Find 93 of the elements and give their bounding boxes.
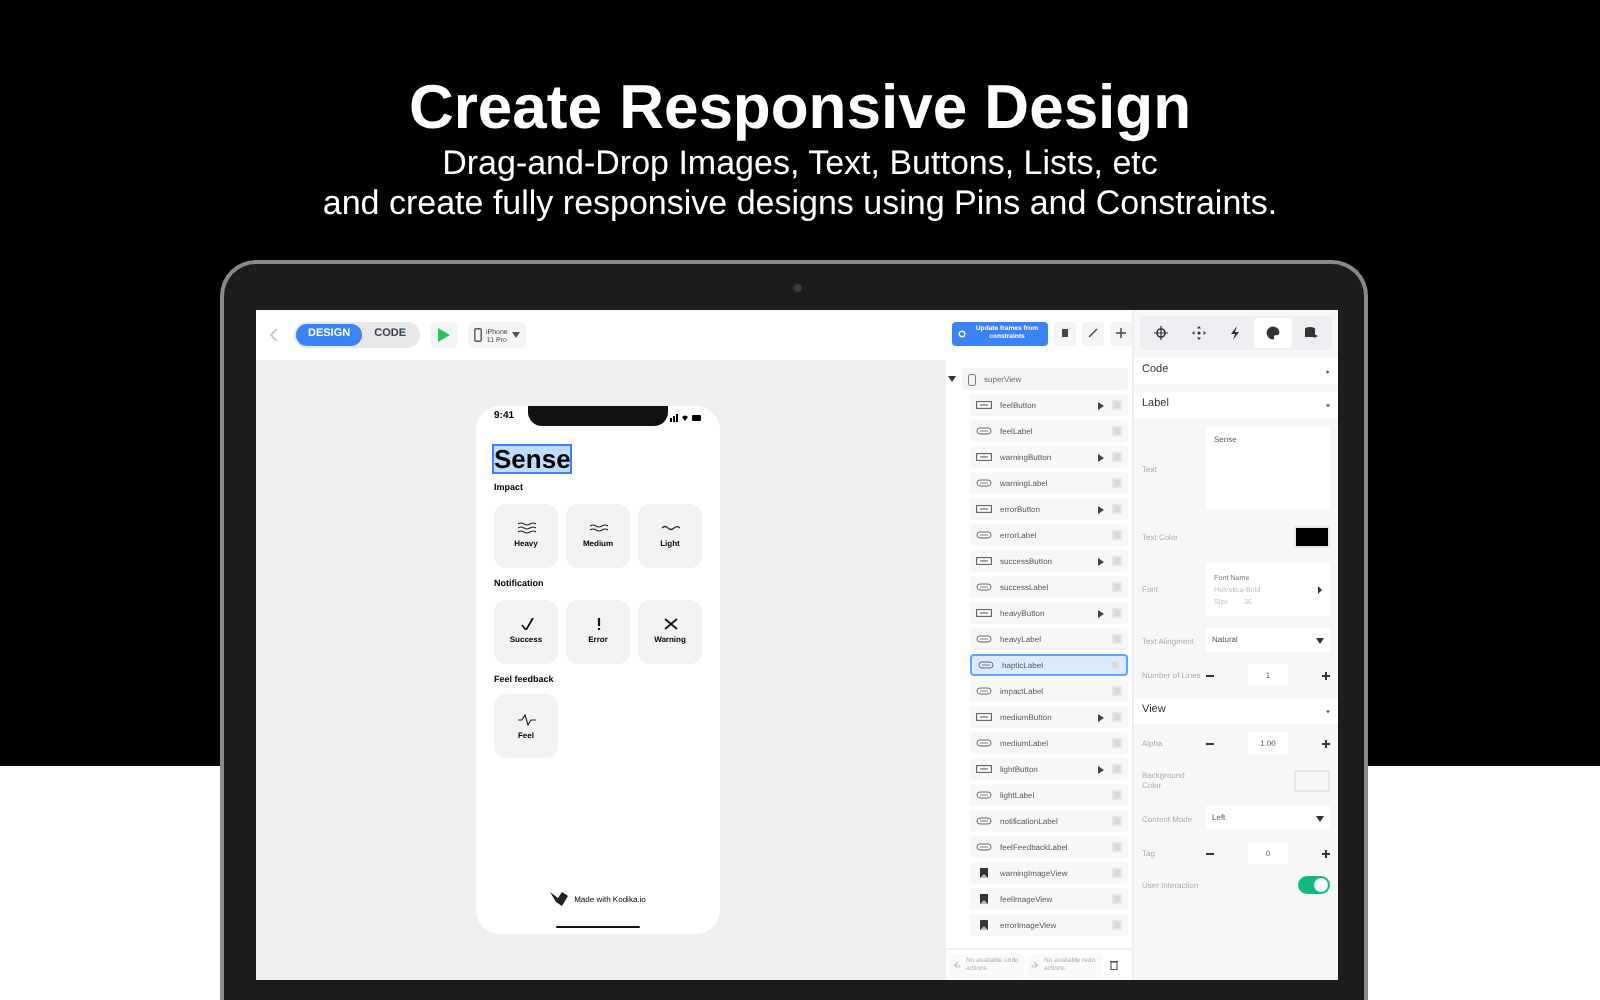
play-button[interactable] — [429, 322, 458, 348]
image-icon — [976, 920, 992, 930]
phone-icon — [968, 373, 976, 385]
wave-icon — [661, 522, 679, 535]
drag-handle-icon[interactable] — [1112, 478, 1122, 488]
play-icon — [1098, 557, 1104, 565]
label-icon — [976, 582, 992, 592]
button-icon — [976, 556, 992, 566]
redo-icon — [1030, 960, 1040, 970]
button-icon — [976, 504, 992, 514]
drag-handle-icon[interactable] — [1112, 816, 1122, 826]
minus-icon[interactable] — [1206, 739, 1214, 747]
button-icon — [976, 608, 992, 618]
status-icons — [670, 414, 702, 422]
drag-handle-icon[interactable] — [1112, 738, 1122, 748]
button-icon — [976, 764, 992, 774]
add-icon — [1116, 328, 1126, 338]
label-icon — [976, 790, 992, 800]
drag-handle-icon[interactable] — [1110, 660, 1120, 670]
drag-handle-icon[interactable] — [1112, 634, 1122, 644]
hero-title: Create Responsive Design — [408, 72, 1192, 144]
image-icon — [976, 868, 992, 878]
image-icon — [976, 894, 992, 904]
plus-icon[interactable] — [1322, 671, 1330, 679]
label-icon — [978, 660, 994, 670]
move-icon — [1191, 326, 1206, 340]
inspector-tab[interactable] — [1254, 318, 1293, 348]
button-icon — [976, 712, 992, 722]
cross-icon — [661, 618, 679, 630]
play-icon — [1098, 609, 1104, 617]
wave-icon — [517, 522, 535, 535]
drag-handle-icon[interactable] — [1112, 686, 1122, 696]
toolbar-button[interactable] — [1110, 321, 1132, 345]
caret-icon — [1316, 637, 1324, 643]
drag-handle-icon[interactable] — [1112, 712, 1122, 722]
drag-handle-icon[interactable] — [1112, 764, 1122, 774]
home-indicator — [556, 925, 640, 928]
crosshair-icon — [1153, 326, 1168, 340]
drag-handle-icon[interactable] — [1112, 400, 1122, 410]
toggle-switch[interactable] — [1298, 876, 1330, 894]
label-icon — [976, 738, 992, 748]
label-icon — [976, 842, 992, 852]
drag-handle-icon[interactable] — [1112, 452, 1122, 462]
expand-caret-icon[interactable] — [948, 376, 956, 382]
label-icon — [976, 634, 992, 644]
plus-icon[interactable] — [1322, 849, 1330, 857]
label-icon — [976, 816, 992, 826]
doc-icon — [1060, 328, 1070, 338]
caret-icon — [511, 332, 520, 338]
color-swatch[interactable] — [1294, 525, 1330, 547]
toolbar-button[interactable] — [1054, 321, 1076, 345]
play-icon — [1098, 505, 1104, 513]
drag-handle-icon[interactable] — [1112, 920, 1122, 930]
wave-icon — [589, 522, 607, 535]
plus-icon[interactable] — [1322, 739, 1330, 747]
button-icon — [976, 452, 992, 462]
caret-icon — [1316, 815, 1324, 821]
play-icon — [1098, 401, 1104, 409]
phone-notch — [528, 406, 668, 426]
minus-icon[interactable] — [1206, 671, 1214, 679]
label-icon — [976, 686, 992, 696]
drag-handle-icon[interactable] — [1112, 842, 1122, 852]
drag-handle-icon[interactable] — [1112, 608, 1122, 618]
bolt-icon — [1228, 326, 1243, 340]
drag-handle-icon[interactable] — [1112, 530, 1122, 540]
wand-icon — [1088, 328, 1098, 338]
palette-icon — [1266, 326, 1281, 340]
drag-handle-icon[interactable] — [1112, 556, 1122, 566]
minus-icon[interactable] — [1206, 849, 1214, 857]
title-label[interactable]: Sense — [494, 446, 571, 472]
drag-handle-icon[interactable] — [1112, 504, 1122, 514]
phone-icon — [473, 328, 482, 342]
trash-icon — [1110, 960, 1118, 970]
play-icon — [437, 328, 450, 342]
pulse-icon — [517, 713, 535, 726]
play-icon — [1098, 453, 1104, 461]
drag-handle-icon[interactable] — [1112, 868, 1122, 878]
checkmark-icon — [517, 618, 535, 630]
back-icon[interactable] — [270, 328, 278, 342]
drag-handle-icon[interactable] — [1112, 894, 1122, 904]
drag-handle-icon[interactable] — [1112, 790, 1122, 800]
gear-icon — [958, 329, 966, 337]
play-icon — [1098, 713, 1104, 721]
label-icon — [976, 426, 992, 436]
hero-subtitle: Drag-and-Drop Images, Text, Buttons, Lists, etc — [442, 144, 1158, 184]
label-icon — [976, 530, 992, 540]
drag-handle-icon[interactable] — [1112, 426, 1122, 436]
drag-handle-icon[interactable] — [1112, 582, 1122, 592]
button-icon — [976, 400, 992, 410]
undo-icon — [952, 960, 962, 970]
hero-subtitle: and create fully responsive designs using Pins and Constraints. — [322, 184, 1278, 224]
label-icon — [976, 478, 992, 488]
play-icon — [1098, 765, 1104, 773]
